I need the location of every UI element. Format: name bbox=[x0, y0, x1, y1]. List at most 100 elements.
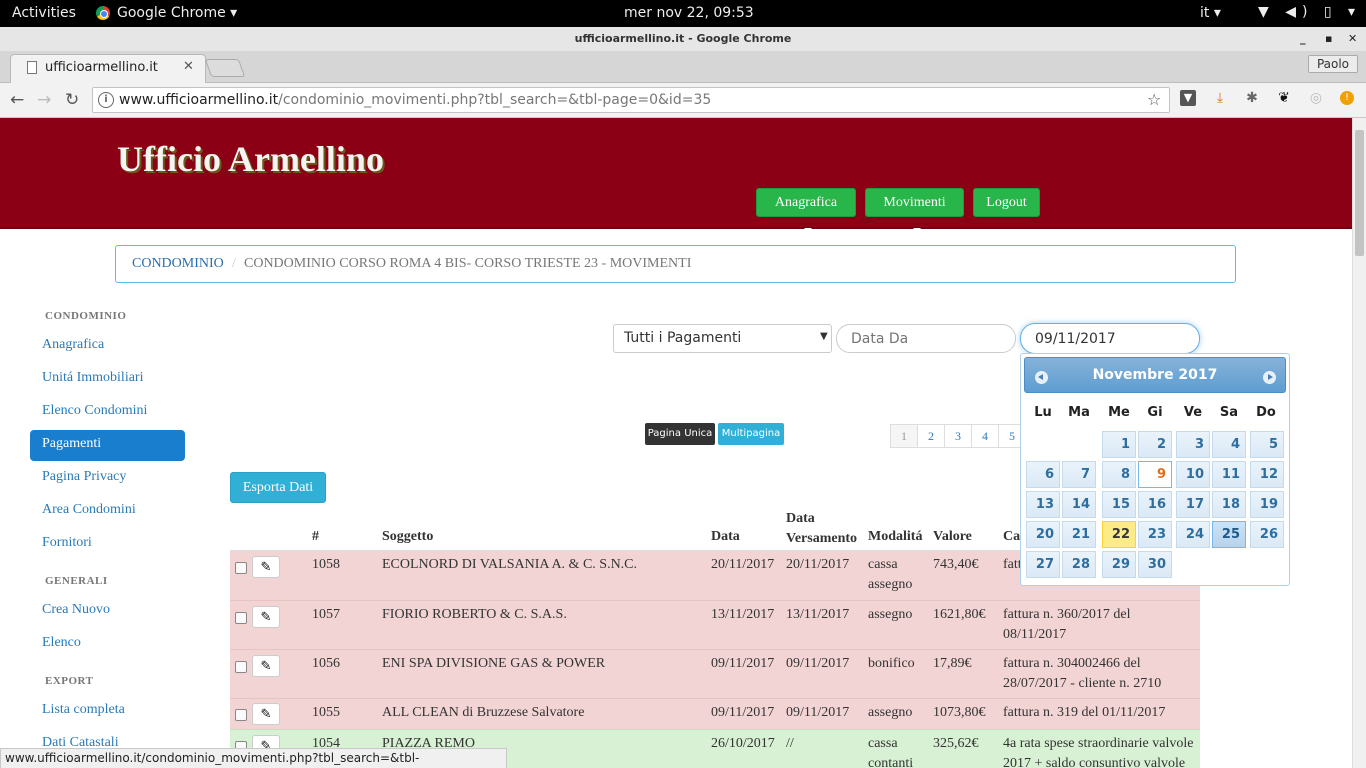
sidebar-item-lista-completa[interactable]: Lista completa bbox=[42, 702, 125, 718]
app-menu[interactable]: Google Chrome ▾ bbox=[117, 5, 237, 21]
browser-tab[interactable]: ufficioarmellino.it ✕ bbox=[10, 54, 206, 83]
edit-pencil-icon[interactable]: ✎ bbox=[252, 655, 280, 677]
download-extension-icon[interactable]: ⤓ bbox=[1212, 90, 1228, 106]
calendar-day[interactable]: 18 bbox=[1212, 491, 1246, 518]
cell-modalita: bonifico bbox=[868, 656, 915, 671]
calendar-day[interactable]: 12 bbox=[1250, 461, 1284, 488]
calendar-day[interactable]: 8 bbox=[1102, 461, 1136, 488]
calendar-day[interactable]: 22 bbox=[1102, 521, 1136, 548]
calendar-day[interactable]: 11 bbox=[1212, 461, 1246, 488]
sidebar-item-unita-immobiliari[interactable]: Unitá Immobiliari bbox=[42, 370, 143, 386]
single-page-button[interactable]: Pagina Unica bbox=[645, 423, 715, 445]
calendar-day[interactable]: 9 bbox=[1138, 461, 1172, 488]
page-1-link[interactable]: 1 bbox=[890, 424, 918, 448]
weekday-header: Me bbox=[1108, 405, 1130, 420]
breadcrumb-root-link[interactable]: CONDOMINIO bbox=[132, 256, 224, 272]
language-indicator[interactable]: it ▾ bbox=[1200, 5, 1221, 21]
forward-icon[interactable]: → bbox=[37, 90, 51, 110]
calendar-day[interactable]: 15 bbox=[1102, 491, 1136, 518]
scrollbar-thumb[interactable] bbox=[1355, 130, 1364, 256]
site-logo[interactable]: Ufficio Armellino bbox=[117, 138, 384, 180]
page-4-link[interactable]: 4 bbox=[971, 424, 999, 448]
cell-modalita: cassa contanti bbox=[868, 736, 914, 768]
edit-pencil-icon[interactable]: ✎ bbox=[252, 606, 280, 628]
table-row: ✎ 1056 ENI SPA DIVISIONE GAS & POWER 09/… bbox=[230, 649, 1200, 698]
page-2-link[interactable]: 2 bbox=[917, 424, 945, 448]
calendar-day[interactable]: 23 bbox=[1138, 521, 1172, 548]
activities-button[interactable]: Activities bbox=[12, 5, 76, 21]
shield-extension-icon[interactable]: ◎ bbox=[1308, 90, 1324, 106]
row-checkbox[interactable] bbox=[235, 661, 247, 673]
sidebar-item-fornitori[interactable]: Fornitori bbox=[42, 535, 92, 551]
address-bar[interactable]: i www.ufficioarmellino.it/condominio_mov… bbox=[92, 87, 1170, 113]
sidebar-item-pagamenti[interactable]: Pagamenti bbox=[30, 430, 185, 461]
date-to-input[interactable] bbox=[1020, 323, 1200, 354]
col-header-data: Data bbox=[711, 529, 740, 544]
calendar-day[interactable]: 4 bbox=[1212, 431, 1246, 458]
multi-page-button[interactable]: Multipagina bbox=[718, 423, 784, 445]
edit-pencil-icon[interactable]: ✎ bbox=[252, 703, 280, 725]
row-checkbox[interactable] bbox=[235, 562, 247, 574]
date-from-input[interactable] bbox=[836, 324, 1016, 353]
sidebar-item-elenco-condomini[interactable]: Elenco Condomini bbox=[42, 403, 147, 419]
system-menu[interactable]: ▼ ◀) ▯ ▾ bbox=[1258, 4, 1361, 20]
close-window-icon[interactable]: ✕ bbox=[1348, 27, 1357, 51]
sidebar-item-area-condomini[interactable]: Area Condomini bbox=[42, 502, 136, 518]
calendar-day[interactable]: 1 bbox=[1102, 431, 1136, 458]
row-checkbox[interactable] bbox=[235, 709, 247, 721]
calendar-day[interactable]: 28 bbox=[1062, 551, 1096, 578]
page-3-link[interactable]: 3 bbox=[944, 424, 972, 448]
pocket-extension-icon[interactable]: ▼ bbox=[1180, 90, 1196, 106]
calendar-day[interactable]: 13 bbox=[1026, 491, 1060, 518]
new-tab-button[interactable] bbox=[204, 59, 246, 77]
calendar-day[interactable]: 10 bbox=[1176, 461, 1210, 488]
sidebar-item-elenco[interactable]: Elenco bbox=[42, 635, 81, 651]
nav-logout-button[interactable]: Logout bbox=[973, 188, 1040, 217]
bookmark-star-icon[interactable]: ☆ bbox=[1147, 90, 1161, 109]
back-icon[interactable]: ← bbox=[10, 90, 24, 110]
calendar-day[interactable]: 3 bbox=[1176, 431, 1210, 458]
breadcrumb: CONDOMINIO / CONDOMINIO CORSO ROMA 4 BIS… bbox=[115, 245, 1236, 283]
reload-icon[interactable]: ↻ bbox=[65, 90, 79, 110]
calendar-day[interactable]: 7 bbox=[1062, 461, 1096, 488]
puzzle-extension-icon[interactable]: ✱ bbox=[1244, 90, 1260, 106]
calendar-day[interactable]: 16 bbox=[1138, 491, 1172, 518]
next-month-icon[interactable] bbox=[1263, 371, 1276, 384]
calendar-day[interactable]: 27 bbox=[1026, 551, 1060, 578]
calendar-day[interactable]: 25 bbox=[1212, 521, 1246, 548]
calendar-day[interactable]: 2 bbox=[1138, 431, 1172, 458]
maximize-icon[interactable]: ▪ bbox=[1325, 27, 1332, 51]
sidebar-item-crea-nuovo[interactable]: Crea Nuovo bbox=[42, 602, 110, 618]
nav-anagrafica-button[interactable]: Anagrafica bbox=[756, 188, 856, 232]
page-scrollbar[interactable] bbox=[1352, 118, 1366, 768]
calendar-day[interactable]: 19 bbox=[1250, 491, 1284, 518]
edit-pencil-icon[interactable]: ✎ bbox=[252, 556, 280, 578]
sidebar-item-pagina-privacy[interactable]: Pagina Privacy bbox=[42, 469, 126, 485]
site-info-icon[interactable]: i bbox=[98, 92, 114, 108]
calendar-day[interactable]: 17 bbox=[1176, 491, 1210, 518]
clock[interactable]: mer nov 22, 09:53 bbox=[624, 5, 754, 21]
nav-movimenti-button[interactable]: Movimenti bbox=[865, 188, 964, 232]
row-checkbox[interactable] bbox=[235, 612, 247, 624]
close-tab-icon[interactable]: ✕ bbox=[183, 59, 194, 74]
profile-button[interactable]: Paolo bbox=[1308, 55, 1358, 73]
calendar-day[interactable]: 30 bbox=[1138, 551, 1172, 578]
cell-modalita: cassa assegno bbox=[868, 557, 913, 592]
sidebar-heading-export: EXPORT bbox=[45, 675, 94, 687]
calendar-day[interactable]: 24 bbox=[1176, 521, 1210, 548]
calendar-day[interactable]: 29 bbox=[1102, 551, 1136, 578]
export-data-button[interactable]: Esporta Dati bbox=[230, 472, 326, 503]
octopus-extension-icon[interactable]: ❦ bbox=[1276, 90, 1292, 106]
calendar-day[interactable]: 20 bbox=[1026, 521, 1060, 548]
calendar-day[interactable]: 6 bbox=[1026, 461, 1060, 488]
calendar-day[interactable]: 21 bbox=[1062, 521, 1096, 548]
prev-month-icon[interactable] bbox=[1035, 371, 1048, 384]
cell-number: 1058 bbox=[312, 557, 340, 572]
calendar-day[interactable]: 26 bbox=[1250, 521, 1284, 548]
calendar-day[interactable]: 5 bbox=[1250, 431, 1284, 458]
calendar-day[interactable]: 14 bbox=[1062, 491, 1096, 518]
payment-type-select[interactable]: Tutti i Pagamenti ▼ bbox=[613, 324, 832, 353]
minimize-icon[interactable]: _ bbox=[1300, 27, 1306, 51]
sidebar-item-anagrafica[interactable]: Anagrafica bbox=[42, 337, 104, 353]
warning-extension-icon[interactable]: ! bbox=[1340, 91, 1354, 105]
